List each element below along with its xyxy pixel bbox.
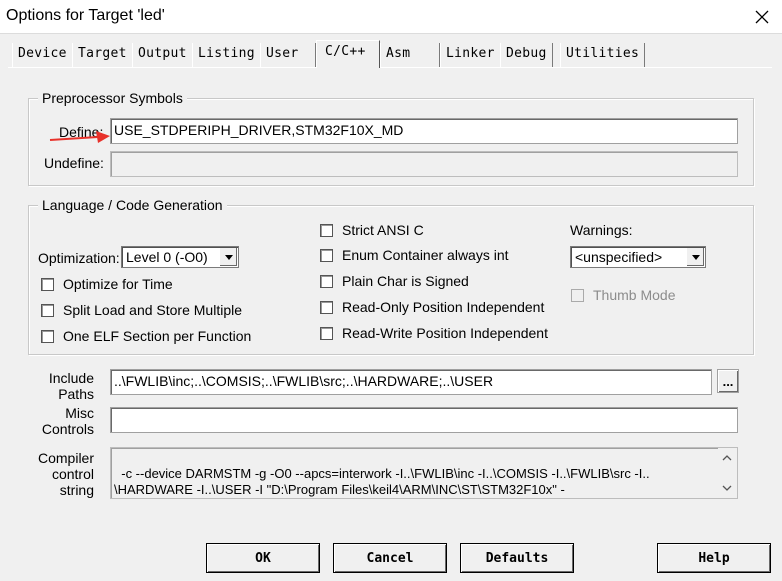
- thumb-mode-label: Thumb Mode: [593, 287, 676, 303]
- checkbox-box[interactable]: [320, 274, 333, 288]
- preprocessor-group-title: Preprocessor Symbols: [38, 90, 187, 106]
- close-button[interactable]: [742, 0, 782, 34]
- checkbox-box[interactable]: [41, 329, 54, 343]
- chevron-down-icon: [691, 254, 700, 260]
- checkbox-box[interactable]: [571, 288, 584, 302]
- tab-target[interactable]: Target: [72, 43, 133, 67]
- tab-asm[interactable]: Asm: [380, 43, 440, 67]
- plain-char-label: Plain Char is Signed: [342, 273, 469, 289]
- help-button[interactable]: Help: [657, 543, 771, 573]
- codegen-group-title: Language / Code Generation: [38, 197, 227, 213]
- red-arrow-annotation: [49, 131, 110, 143]
- include-browse-button[interactable]: ...: [717, 369, 739, 393]
- optimization-dropdown-button[interactable]: [219, 248, 237, 266]
- close-icon: [755, 10, 769, 24]
- window-title: Options for Target 'led': [6, 7, 165, 24]
- misc-label-line1: Misc: [65, 405, 94, 421]
- title-bar: Options for Target 'led': [0, 0, 782, 34]
- scroll-up-icon[interactable]: [722, 454, 732, 462]
- tab-output[interactable]: Output: [132, 43, 193, 67]
- tab-debug[interactable]: Debug: [500, 43, 553, 67]
- compiler-label-line2: control: [51, 466, 94, 482]
- chevron-down-icon: [224, 254, 233, 260]
- include-paths-input[interactable]: ..\FWLIB\inc;..\COMSIS;..\FWLIB\src;..\H…: [110, 369, 712, 395]
- scroll-down-icon[interactable]: [722, 484, 732, 492]
- warnings-select[interactable]: <unspecified>: [570, 246, 706, 268]
- compiler-control-textarea[interactable]: -c --device DARMSTM -g -O0 --apcs=interw…: [110, 447, 738, 499]
- defaults-button[interactable]: Defaults: [460, 543, 574, 573]
- checkbox-box[interactable]: [320, 300, 333, 314]
- optimization-label: Optimization:: [38, 250, 120, 266]
- tab-baseline: [8, 67, 772, 68]
- split-load-checkbox[interactable]: Split Load and Store Multiple: [41, 302, 242, 318]
- cancel-button[interactable]: Cancel: [333, 543, 447, 573]
- enum-container-label: Enum Container always int: [342, 247, 509, 263]
- compiler-label-line1: Compiler: [37, 450, 94, 466]
- include-label-line2: Paths: [58, 386, 94, 402]
- plain-char-checkbox[interactable]: Plain Char is Signed: [320, 273, 469, 289]
- ro-pi-label: Read-Only Position Independent: [342, 299, 545, 315]
- tab-device[interactable]: Device: [12, 43, 73, 67]
- split-load-label: Split Load and Store Multiple: [63, 302, 242, 318]
- undefine-label: Undefine:: [44, 155, 104, 171]
- define-input[interactable]: USE_STDPERIPH_DRIVER,STM32F10X_MD: [110, 118, 738, 144]
- optimization-value: Level 0 (-O0): [126, 249, 208, 265]
- ok-button[interactable]: OK: [206, 543, 320, 573]
- compiler-control-label: Compiler control string: [34, 450, 94, 498]
- ro-pi-checkbox[interactable]: Read-Only Position Independent: [320, 299, 544, 315]
- strict-ansi-label: Strict ANSI C: [342, 222, 424, 238]
- rw-pi-checkbox[interactable]: Read-Write Position Independent: [320, 325, 548, 341]
- one-elf-label: One ELF Section per Function: [63, 328, 252, 344]
- compiler-label-line3: string: [59, 482, 94, 498]
- include-label-line1: Include: [48, 370, 94, 386]
- include-paths-label: Include Paths: [44, 370, 94, 402]
- compiler-scrollbar[interactable]: [718, 448, 737, 498]
- thumb-mode-checkbox[interactable]: Thumb Mode: [571, 287, 675, 303]
- optimize-time-checkbox[interactable]: Optimize for Time: [41, 276, 173, 292]
- tab-user[interactable]: User: [260, 43, 316, 67]
- optimize-time-label: Optimize for Time: [63, 276, 173, 292]
- checkbox-box[interactable]: [320, 326, 333, 340]
- tab-utilities[interactable]: Utilities: [560, 43, 646, 67]
- misc-controls-input[interactable]: [110, 407, 738, 433]
- checkbox-box[interactable]: [320, 248, 333, 262]
- optimization-select[interactable]: Level 0 (-O0): [121, 246, 239, 268]
- warnings-value: <unspecified>: [575, 249, 663, 265]
- misc-label-line2: Controls: [41, 421, 94, 437]
- warnings-dropdown-button[interactable]: [686, 248, 704, 266]
- checkbox-box[interactable]: [41, 277, 54, 291]
- strict-ansi-checkbox[interactable]: Strict ANSI C: [320, 222, 424, 238]
- checkbox-box[interactable]: [320, 223, 333, 237]
- checkbox-box[interactable]: [41, 303, 54, 317]
- undefine-input[interactable]: [110, 151, 738, 177]
- tab-c-cpp[interactable]: C/C++: [316, 40, 380, 68]
- tab-listing[interactable]: Listing: [192, 43, 261, 67]
- one-elf-checkbox[interactable]: One ELF Section per Function: [41, 328, 251, 344]
- warnings-label: Warnings:: [570, 222, 633, 238]
- enum-container-checkbox[interactable]: Enum Container always int: [320, 247, 509, 263]
- rw-pi-label: Read-Write Position Independent: [342, 325, 548, 341]
- tab-linker[interactable]: Linker: [440, 43, 501, 67]
- misc-controls-label: Misc Controls: [34, 405, 94, 437]
- compiler-control-text: -c --device DARMSTM -g -O0 --apcs=interw…: [114, 466, 650, 497]
